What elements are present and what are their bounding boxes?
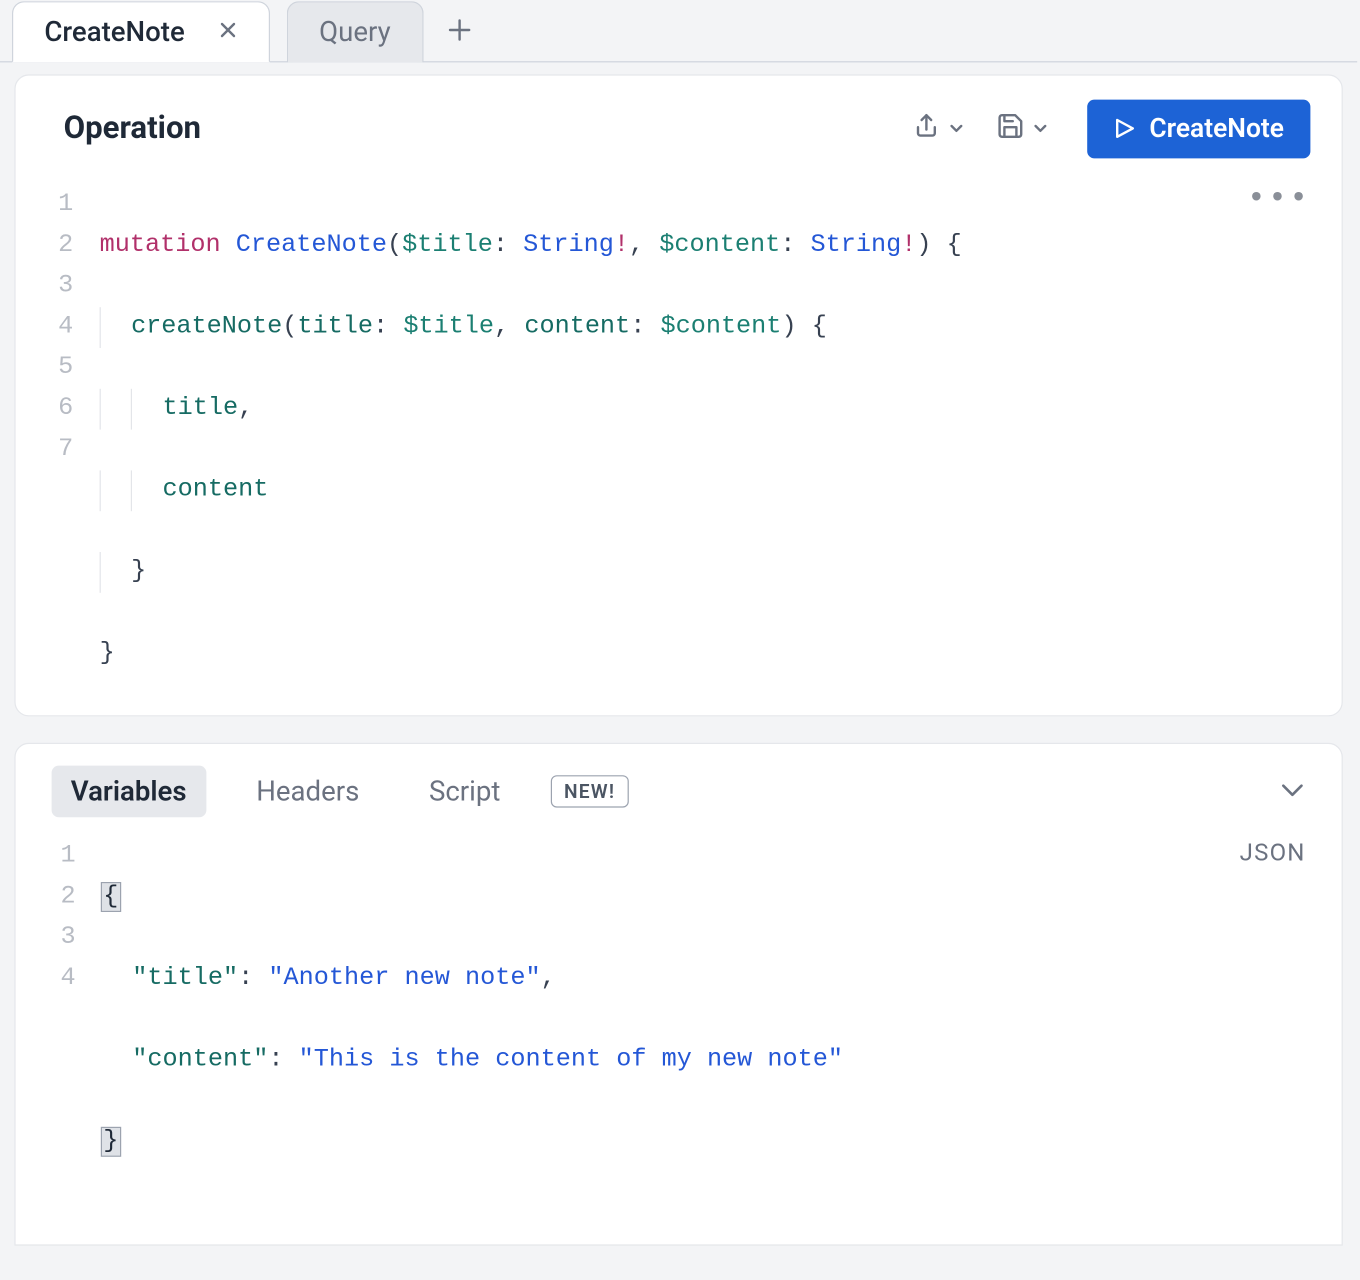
variables-code[interactable]: { "title": "Another new note", "content"… xyxy=(102,836,1342,1244)
close-icon[interactable] xyxy=(218,20,237,44)
add-tab-button[interactable] xyxy=(423,0,495,61)
operation-header: Operation xyxy=(16,75,1342,170)
run-button-label: CreateNote xyxy=(1149,114,1284,144)
chevron-down-icon xyxy=(948,120,965,137)
format-label: JSON xyxy=(1240,838,1306,867)
play-icon xyxy=(1113,118,1135,140)
variables-panel: Variables Headers Script NEW! JSON 1 2 3… xyxy=(14,743,1342,1246)
tab-headers[interactable]: Headers xyxy=(237,766,379,818)
tab-variables[interactable]: Variables xyxy=(52,766,206,818)
tab-createnote[interactable]: CreateNote xyxy=(12,1,270,62)
tab-label: Query xyxy=(319,16,390,48)
tab-query[interactable]: Query xyxy=(287,1,423,62)
operation-editor[interactable]: ••• 1 2 3 4 5 6 7 mutation CreateNote($t… xyxy=(16,170,1342,716)
operation-panel: Operation xyxy=(14,74,1342,716)
share-icon xyxy=(912,112,941,146)
operation-title: Operation xyxy=(64,111,886,147)
share-button[interactable] xyxy=(907,107,969,150)
tab-label: CreateNote xyxy=(44,15,184,47)
tab-bar: CreateNote Query xyxy=(0,0,1357,62)
editor-code[interactable]: mutation CreateNote($title: String!, $co… xyxy=(100,184,1342,716)
run-button[interactable]: CreateNote xyxy=(1087,99,1310,158)
bottom-tab-bar: Variables Headers Script NEW! xyxy=(16,744,1342,832)
editor-gutter: 1 2 3 4 5 6 7 xyxy=(16,184,100,716)
tab-script[interactable]: Script xyxy=(410,766,520,818)
chevron-collapse-icon[interactable] xyxy=(1277,773,1308,809)
save-button[interactable] xyxy=(991,107,1053,150)
save-icon xyxy=(996,112,1025,146)
new-badge: NEW! xyxy=(551,775,629,807)
variables-gutter: 1 2 3 4 xyxy=(16,836,102,1244)
variables-editor[interactable]: 1 2 3 4 { "title": "Another new note", "… xyxy=(16,832,1342,1245)
chevron-down-icon xyxy=(1032,120,1049,137)
